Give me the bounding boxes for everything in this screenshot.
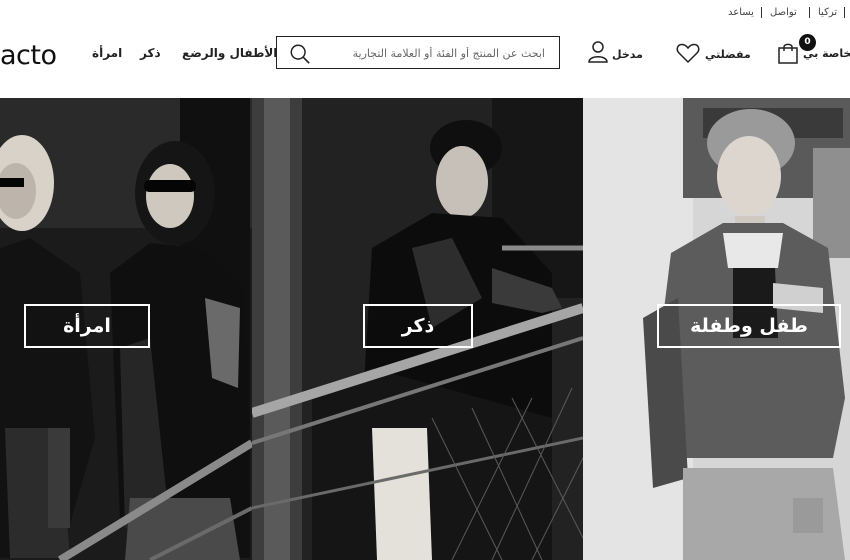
site-header: acto امرأة ذكر الأطفال والرضع مدخل مفضلت… [0, 26, 850, 98]
user-icon[interactable] [587, 40, 609, 64]
search-input[interactable] [317, 43, 547, 64]
nav-men[interactable]: ذكر [140, 46, 161, 60]
utility-divider [844, 7, 845, 18]
shopping-bag-icon[interactable] [777, 42, 799, 64]
nav-kids[interactable]: الأطفال والرضع [182, 46, 277, 60]
women-category-button[interactable]: امرأة [24, 304, 150, 348]
category-hero: امرأة ذكر طفل وطفلة [0, 98, 850, 560]
utility-bar: تركيا تواصل يساعد [0, 0, 850, 26]
men-category-panel[interactable]: ذكر [252, 98, 583, 560]
kids-category-panel[interactable]: طفل وطفلة [583, 98, 850, 560]
help-link[interactable]: يساعد [728, 7, 754, 18]
contact-link[interactable]: تواصل [770, 7, 797, 18]
favorites-link[interactable]: مفضلتي [705, 48, 751, 61]
nav-women[interactable]: امرأة [92, 46, 122, 60]
cart-link[interactable]: لخاصة بي [803, 47, 850, 60]
men-category-button[interactable]: ذكر [363, 304, 473, 348]
heart-icon[interactable] [676, 42, 700, 64]
search-icon[interactable] [289, 43, 311, 65]
utility-divider [809, 7, 810, 18]
kids-category-button[interactable]: طفل وطفلة [657, 304, 841, 348]
women-category-panel[interactable]: امرأة [0, 98, 252, 560]
account-link[interactable]: مدخل [612, 48, 643, 61]
utility-divider [761, 7, 762, 18]
brand-logo[interactable]: acto [0, 40, 57, 71]
country-link[interactable]: تركيا [818, 7, 837, 18]
search-box[interactable] [276, 36, 560, 69]
